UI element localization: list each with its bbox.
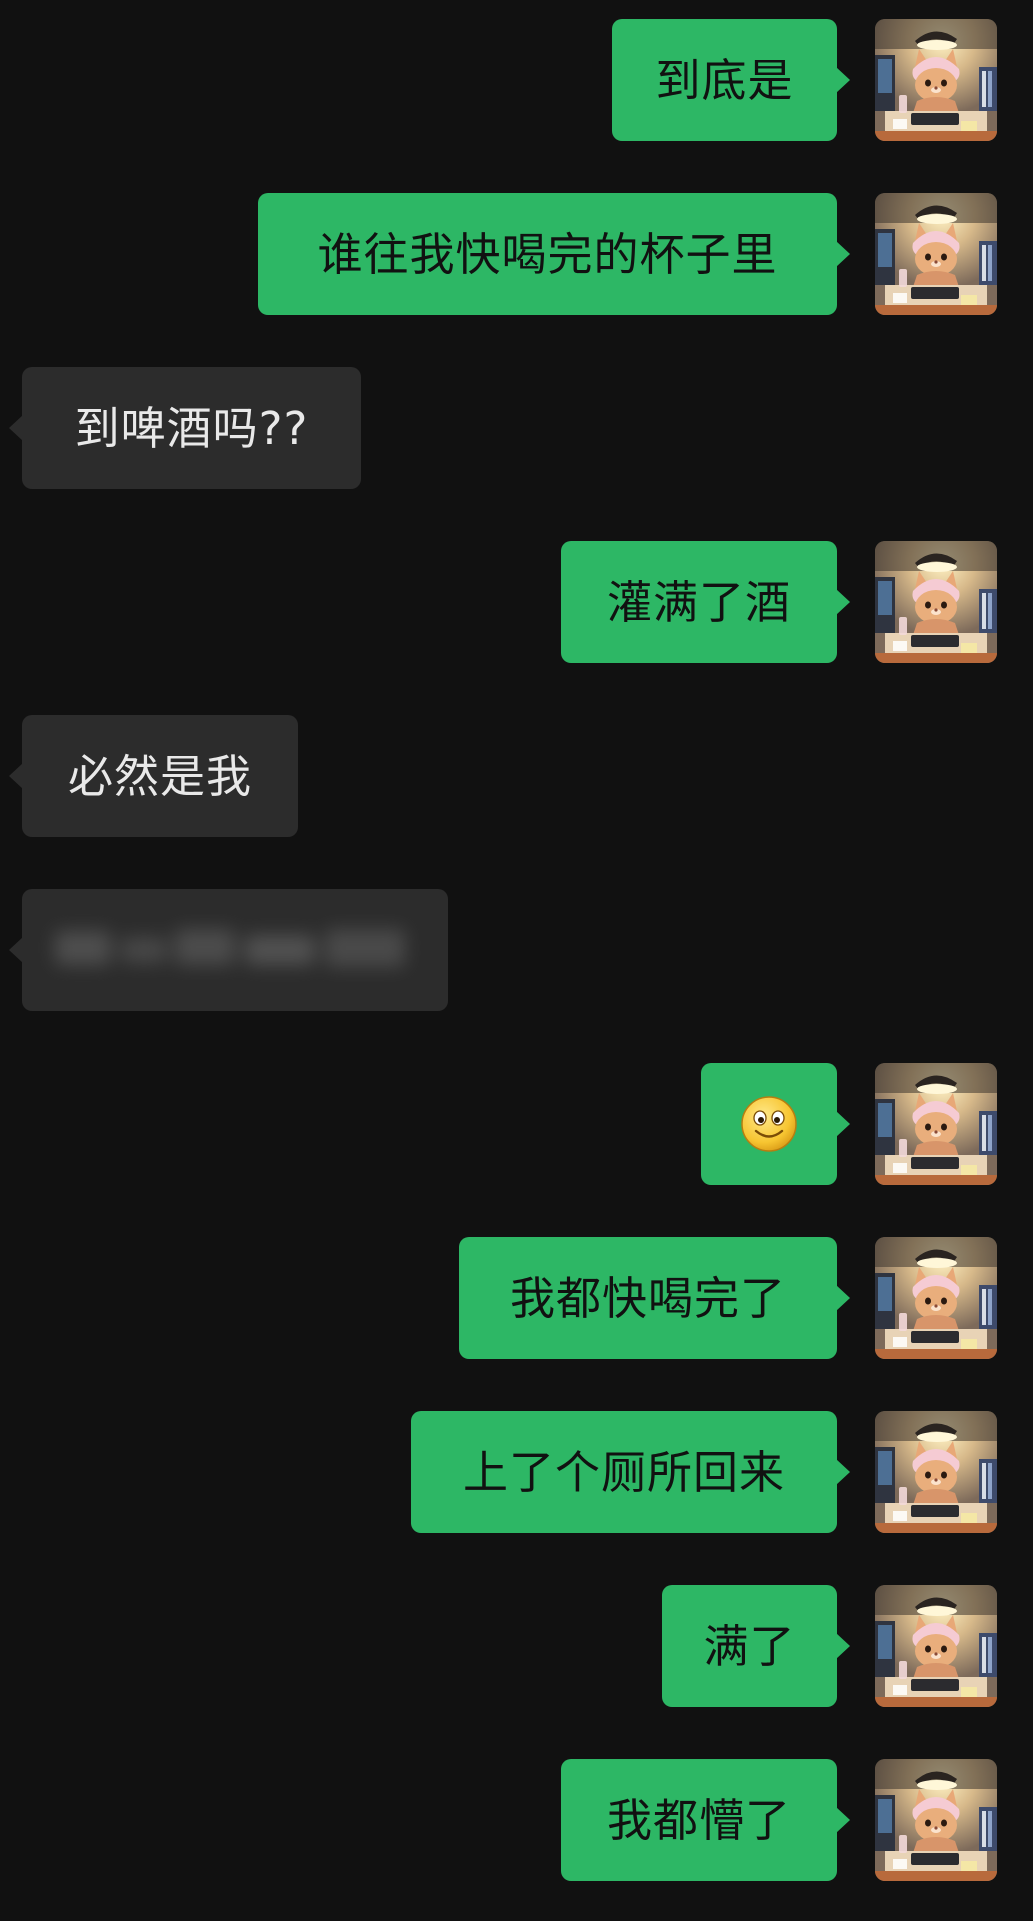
message-bubble-outgoing[interactable]: 到底是: [612, 19, 850, 141]
message-bubble-outgoing[interactable]: [701, 1063, 850, 1185]
cat-at-desk-avatar-icon: [875, 1759, 997, 1881]
message-row-outgoing: 我都快喝完了: [0, 1237, 1033, 1359]
user-avatar[interactable]: [875, 1411, 997, 1533]
message-text: 我都快喝完了: [509, 1271, 786, 1325]
message-row-incoming: 必然是我: [0, 715, 1033, 837]
user-avatar[interactable]: [875, 1759, 997, 1881]
message-row-incoming: 到啤酒吗??: [0, 367, 1033, 489]
message-bubble-outgoing[interactable]: 灌满了酒: [561, 541, 850, 663]
message-row-outgoing: 灌满了酒: [0, 541, 1033, 663]
message-bubble-outgoing[interactable]: 上了个厕所回来: [411, 1411, 850, 1533]
message-bubble-outgoing[interactable]: 我都懵了: [561, 1759, 850, 1881]
message-text: 到底是: [655, 53, 794, 107]
cat-at-desk-avatar-icon: [875, 1237, 997, 1359]
redaction-scribble: [55, 928, 405, 967]
message-bubble-incoming-redacted[interactable]: [9, 889, 448, 1011]
cat-at-desk-avatar-icon: [875, 541, 997, 663]
chat-message-list[interactable]: 到底是 谁往我快喝完的杯子里 到啤酒吗?? 灌满了酒 必然是我 我都快喝完了 上…: [0, 0, 1033, 1921]
user-avatar[interactable]: [875, 1585, 997, 1707]
message-row-outgoing: 到底是: [0, 19, 1033, 141]
user-avatar[interactable]: [875, 1237, 997, 1359]
message-row-outgoing: 满了: [0, 1585, 1033, 1707]
message-row-incoming: [0, 889, 1033, 1011]
message-text: 灌满了酒: [606, 575, 791, 629]
message-row-outgoing: [0, 1063, 1033, 1185]
user-avatar[interactable]: [875, 19, 997, 141]
message-text: 谁往我快喝完的杯子里: [317, 227, 778, 281]
message-text: 到啤酒吗??: [74, 401, 309, 455]
cat-at-desk-avatar-icon: [875, 1063, 997, 1185]
message-bubble-outgoing[interactable]: 谁往我快喝完的杯子里: [258, 193, 850, 315]
message-row-outgoing: 谁往我快喝完的杯子里: [0, 193, 1033, 315]
message-text: 必然是我: [67, 749, 252, 803]
user-avatar[interactable]: [875, 541, 997, 663]
message-bubble-incoming[interactable]: 必然是我: [9, 715, 298, 837]
message-row-outgoing: 我都懵了: [0, 1759, 1033, 1881]
user-avatar[interactable]: [875, 1063, 997, 1185]
cat-at-desk-avatar-icon: [875, 1411, 997, 1533]
message-bubble-incoming[interactable]: 到啤酒吗??: [9, 367, 361, 489]
message-bubble-outgoing[interactable]: 满了: [662, 1585, 850, 1707]
smile-emoji-icon: [741, 1096, 797, 1152]
message-text: 上了个厕所回来: [462, 1445, 785, 1499]
message-bubble-outgoing[interactable]: 我都快喝完了: [459, 1237, 850, 1359]
cat-at-desk-avatar-icon: [875, 19, 997, 141]
message-text: 满了: [703, 1619, 796, 1673]
user-avatar[interactable]: [875, 193, 997, 315]
cat-at-desk-avatar-icon: [875, 1585, 997, 1707]
message-text: 我都懵了: [606, 1793, 791, 1847]
message-row-outgoing: 上了个厕所回来: [0, 1411, 1033, 1533]
cat-at-desk-avatar-icon: [875, 193, 997, 315]
redacted-message-text: [55, 917, 415, 984]
